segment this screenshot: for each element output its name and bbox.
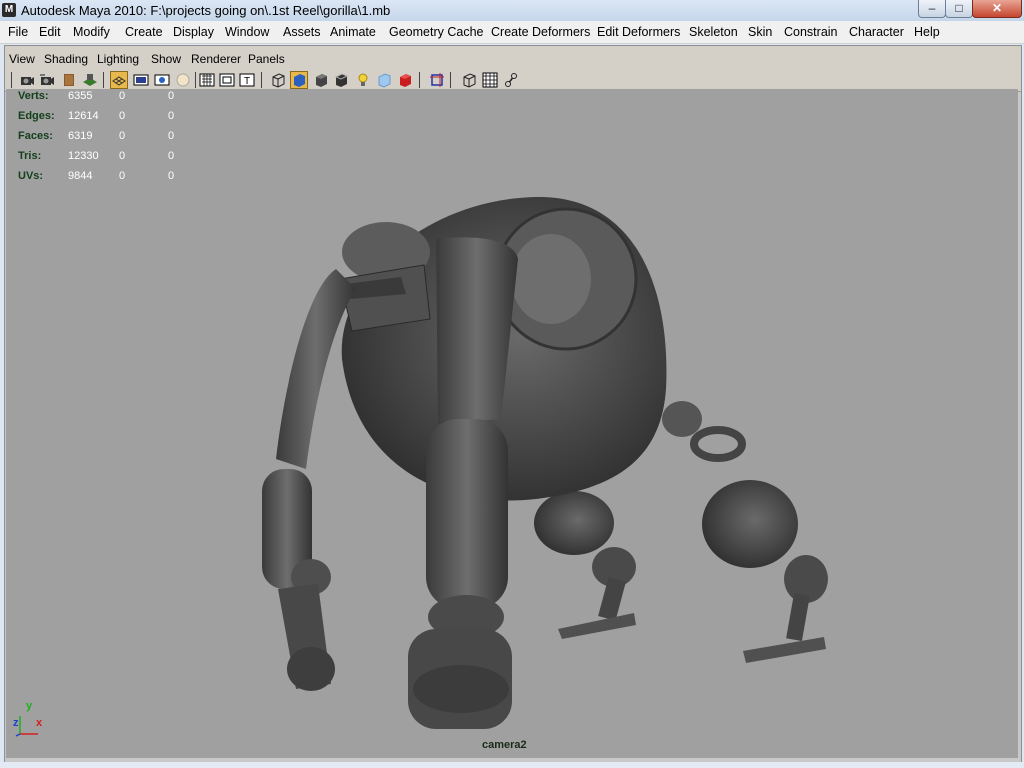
wireframe-icon[interactable]: [269, 71, 287, 89]
panel-menu-lighting[interactable]: Lighting: [97, 52, 139, 66]
menu-animate[interactable]: Animate: [330, 25, 376, 39]
menu-edit[interactable]: Edit: [39, 25, 61, 39]
menu-modify[interactable]: Modify: [73, 25, 110, 39]
svg-text:T: T: [244, 76, 250, 87]
panel-menu-show[interactable]: Show: [151, 52, 181, 66]
toolbar-separator: [11, 72, 12, 88]
window-bottom-border: [0, 762, 1024, 768]
panel-menu-shading[interactable]: Shading: [44, 52, 88, 66]
isolate-select-icon[interactable]: [428, 71, 446, 89]
flat-shade-icon[interactable]: [312, 71, 330, 89]
menu-create-deformers[interactable]: Create Deformers: [491, 25, 590, 39]
menu-character[interactable]: Character: [849, 25, 904, 39]
maya-logo-icon: M: [2, 3, 16, 17]
panel-menu-panels[interactable]: Panels: [248, 52, 285, 66]
wireframe-grid-icon[interactable]: [110, 71, 128, 89]
maximize-button[interactable]: □: [945, 0, 973, 18]
head: [339, 222, 431, 332]
main-menubar: File Edit Modify Create Display Window A…: [0, 21, 1024, 44]
left-arm: [262, 269, 356, 691]
smooth-shade-icon[interactable]: [290, 71, 308, 89]
axis-x-label: x: [36, 717, 43, 729]
minimize-button[interactable]: –: [918, 0, 946, 18]
axis-z-label: z: [13, 717, 19, 729]
toolbar-separator: [419, 72, 420, 88]
menu-help[interactable]: Help: [914, 25, 940, 39]
safe-action-icon[interactable]: [218, 71, 236, 89]
toolbar-separator: [103, 72, 104, 88]
bookmark-icon[interactable]: [60, 71, 78, 89]
menu-window[interactable]: Window: [225, 25, 269, 39]
resolution-gate-icon[interactable]: [153, 71, 171, 89]
shade-wireframe-icon[interactable]: [332, 71, 350, 89]
menu-display[interactable]: Display: [173, 25, 214, 39]
menu-constrain[interactable]: Constrain: [784, 25, 838, 39]
bounding-box-icon[interactable]: [460, 71, 478, 89]
safe-title-icon[interactable]: T: [238, 71, 256, 89]
axis-y-label: y: [26, 700, 33, 712]
panel-menu-view[interactable]: View: [9, 52, 35, 66]
menu-skin[interactable]: Skin: [748, 25, 772, 39]
gate-mask-icon[interactable]: [174, 71, 192, 89]
menu-create[interactable]: Create: [125, 25, 163, 39]
xray-icon[interactable]: [375, 71, 393, 89]
camera-attributes-icon[interactable]: [38, 71, 56, 89]
grid-toggle-icon[interactable]: [481, 71, 499, 89]
menu-geometry-cache[interactable]: Geometry Cache: [389, 25, 483, 39]
joint-xray-icon[interactable]: [502, 71, 520, 89]
textured-icon[interactable]: [396, 71, 414, 89]
toolbar-separator: [195, 72, 196, 88]
camera-select-icon[interactable]: [18, 71, 36, 89]
menu-file[interactable]: File: [8, 25, 28, 39]
lights-icon[interactable]: [354, 71, 372, 89]
window-titlebar: M Autodesk Maya 2010: F:\projects going …: [0, 0, 1024, 22]
back-right-leg: [662, 401, 828, 663]
menu-assets[interactable]: Assets: [283, 25, 321, 39]
menu-edit-deformers[interactable]: Edit Deformers: [597, 25, 680, 39]
panel-menu-renderer[interactable]: Renderer: [191, 52, 241, 66]
field-chart-icon[interactable]: [198, 71, 216, 89]
panel-menubar: View Shading Lighting Show Renderer Pane…: [5, 46, 1021, 69]
window-title: Autodesk Maya 2010: F:\projects going on…: [21, 3, 391, 18]
image-plane-icon[interactable]: [81, 71, 99, 89]
menu-skeleton[interactable]: Skeleton: [689, 25, 738, 39]
gorilla-robot-model[interactable]: [6, 89, 1018, 758]
camera-name-label: camera2: [482, 739, 527, 751]
toolbar-separator: [450, 72, 451, 88]
close-button[interactable]: ✕: [972, 0, 1022, 18]
toolbar-separator: [261, 72, 262, 88]
film-gate-icon[interactable]: [132, 71, 150, 89]
back-left-leg: [534, 491, 636, 639]
3d-viewport[interactable]: Verts: 6355 0 0 Edges: 12614 0 0 Faces: …: [6, 89, 1018, 758]
